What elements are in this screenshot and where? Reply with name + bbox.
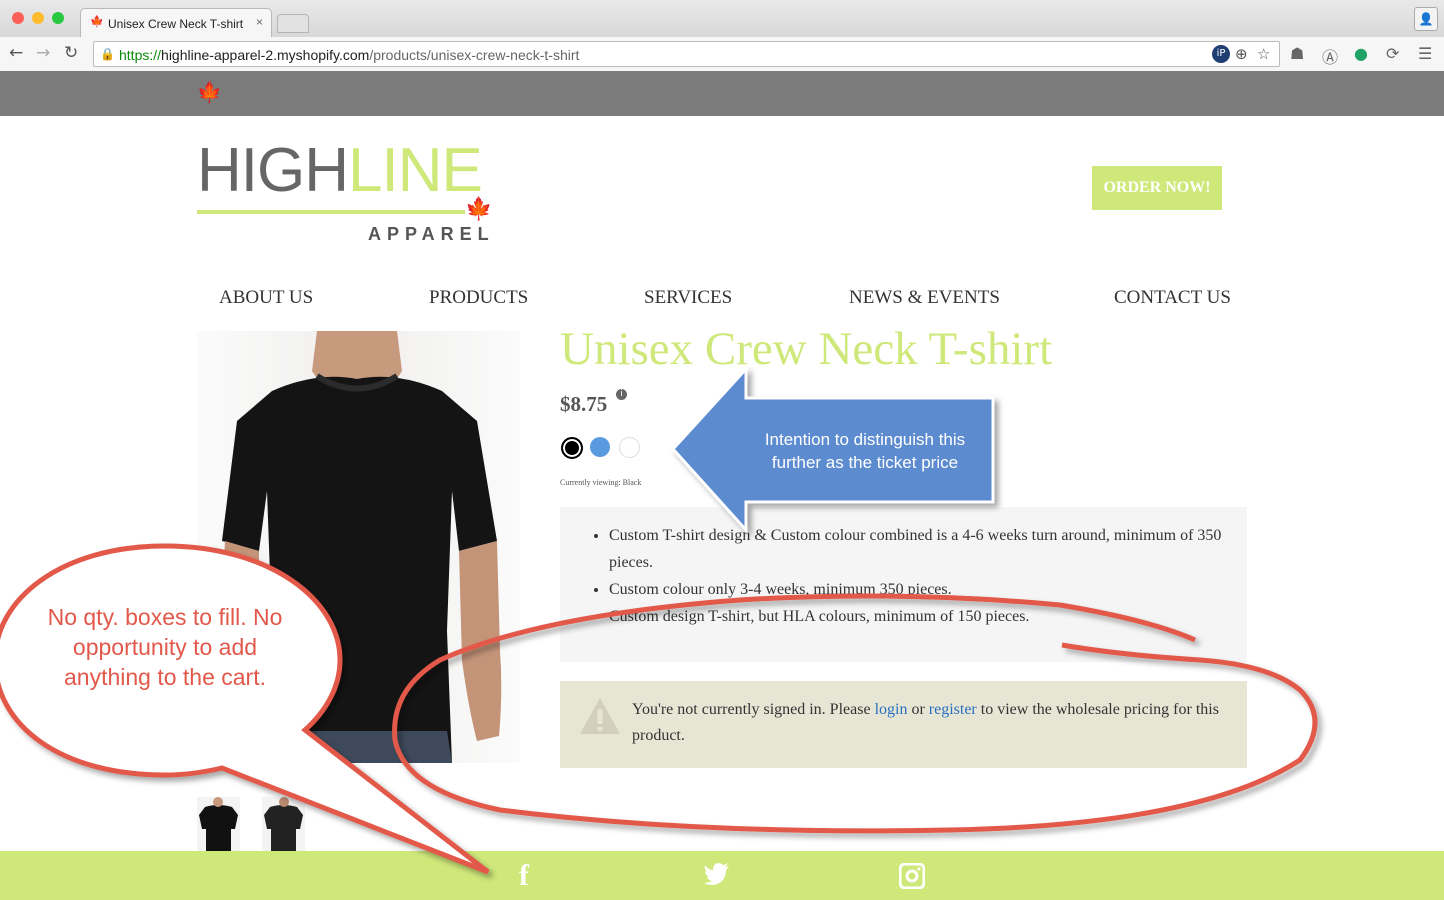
nav-services[interactable]: SERVICES bbox=[644, 287, 732, 309]
logo-wordmark: HIGHLINE bbox=[197, 136, 483, 206]
bubble-annotation-text: No qty. boxes to fill. No opportunity to… bbox=[47, 604, 283, 690]
grammarly-extension-icon[interactable]: ● bbox=[1354, 44, 1368, 63]
url-text: https://highline-apparel-2.myshopify.com… bbox=[119, 47, 579, 63]
details-list: Custom T-shirt design & Custom colour co… bbox=[560, 507, 1247, 630]
facebook-icon[interactable]: f bbox=[519, 859, 529, 893]
detail-item: Custom design T-shirt, but HLA colours, … bbox=[609, 603, 1247, 630]
product-details-box: Custom T-shirt design & Custom colour co… bbox=[560, 507, 1247, 662]
address-bar[interactable]: 🔒 https://highline-apparel-2.myshopify.c… bbox=[93, 41, 1280, 67]
swatch-black[interactable] bbox=[561, 437, 583, 459]
twitter-icon[interactable] bbox=[704, 863, 730, 891]
tab-title: Unisex Crew Neck T-shirt bbox=[108, 17, 244, 31]
tab-close-icon[interactable]: × bbox=[256, 15, 263, 29]
angular-extension-icon[interactable]: Ⓐ bbox=[1322, 44, 1338, 68]
browser-toolbar: ← → ↻ 🔒 https://highline-apparel-2.mysho… bbox=[0, 37, 1444, 72]
maple-leaf-icon: 🍁 bbox=[197, 82, 222, 104]
notice-text: You're not currently signed in. Please l… bbox=[632, 697, 1232, 749]
register-link[interactable]: register bbox=[929, 701, 977, 718]
ghost-extension-icon[interactable]: ☗ bbox=[1290, 44, 1304, 63]
profile-icon[interactable]: 👤 bbox=[1414, 7, 1438, 31]
browser-tab-bar: 🍁 Unisex Crew Neck T-shirt × 👤 bbox=[0, 0, 1444, 37]
logo-maple-leaf-icon: 🍁 bbox=[465, 196, 493, 221]
bookmark-star-icon[interactable]: ☆ bbox=[1257, 45, 1270, 63]
zoom-window-button[interactable] bbox=[52, 12, 64, 24]
url-scheme: https:// bbox=[119, 47, 162, 63]
close-window-button[interactable] bbox=[12, 12, 24, 24]
zoom-icon[interactable]: ⊕ bbox=[1235, 45, 1248, 63]
instagram-icon[interactable] bbox=[898, 862, 926, 895]
browser-tab[interactable]: 🍁 Unisex Crew Neck T-shirt × bbox=[80, 8, 272, 37]
url-host: highline-apparel-2.myshopify.com bbox=[161, 47, 370, 63]
maple-leaf-favicon-icon: 🍁 bbox=[90, 16, 104, 28]
footer: f bbox=[0, 851, 1444, 900]
sync-extension-icon[interactable]: ⟳ bbox=[1386, 44, 1399, 63]
currently-viewing-label: Currently viewing: Black bbox=[560, 478, 642, 487]
detail-item: Custom colour only 3-4 weeks, minimum 35… bbox=[609, 576, 1247, 603]
ip-extension-icon[interactable]: iP bbox=[1212, 45, 1230, 63]
warning-icon bbox=[580, 698, 620, 734]
price-info-icon[interactable]: i bbox=[616, 389, 627, 400]
logo-apparel: APPAREL bbox=[368, 224, 495, 244]
product-price: $8.75 bbox=[560, 392, 608, 416]
sign-in-notice: You're not currently signed in. Please l… bbox=[560, 681, 1247, 768]
product-title: Unisex Crew Neck T-shirt bbox=[560, 323, 1053, 375]
logo-line: LINE bbox=[348, 136, 483, 205]
new-tab-button[interactable] bbox=[277, 14, 309, 33]
notice-or: or bbox=[907, 701, 929, 718]
back-icon[interactable]: ← bbox=[9, 43, 23, 63]
swatch-blue[interactable] bbox=[590, 437, 610, 457]
login-link[interactable]: login bbox=[875, 701, 908, 718]
nav-news-events[interactable]: NEWS & EVENTS bbox=[849, 287, 1000, 309]
minimize-window-button[interactable] bbox=[32, 12, 44, 24]
menu-icon[interactable]: ☰ bbox=[1418, 44, 1432, 63]
url-path: /products/unisex-crew-neck-t-shirt bbox=[369, 47, 580, 63]
arrow-annotation-text: Intention to distinguish this further as… bbox=[764, 430, 966, 472]
highline-logo[interactable]: HIGHLINE 🍁 APPAREL bbox=[197, 136, 493, 246]
top-strip: 🍁 bbox=[0, 71, 1444, 116]
swatch-white[interactable] bbox=[619, 437, 640, 458]
nav-contact-us[interactable]: CONTACT US bbox=[1114, 287, 1231, 309]
logo-underline bbox=[197, 210, 465, 214]
lock-icon: 🔒 bbox=[100, 47, 115, 61]
nav-about-us[interactable]: ABOUT US bbox=[219, 287, 313, 309]
thumbnail-front[interactable] bbox=[197, 797, 240, 852]
notice-before: You're not currently signed in. Please bbox=[632, 701, 875, 718]
reload-icon[interactable]: ↻ bbox=[64, 43, 78, 63]
product-image[interactable] bbox=[197, 331, 520, 763]
detail-item: Custom T-shirt design & Custom colour co… bbox=[609, 522, 1247, 576]
order-now-button[interactable]: ORDER NOW! bbox=[1092, 166, 1222, 210]
thumbnail-angle[interactable] bbox=[262, 797, 305, 852]
forward-icon[interactable]: → bbox=[36, 43, 50, 63]
nav-products[interactable]: PRODUCTS bbox=[429, 287, 528, 309]
logo-high: HIGH bbox=[197, 136, 349, 205]
